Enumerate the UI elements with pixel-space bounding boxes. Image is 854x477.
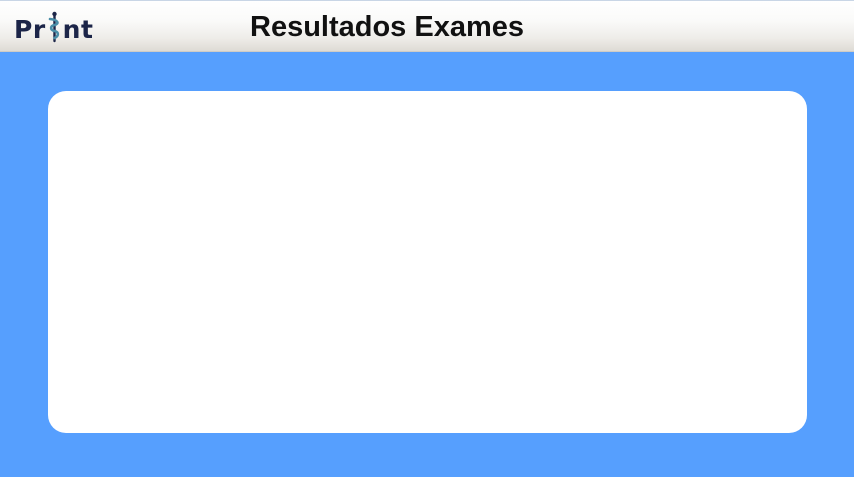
results-panel (48, 91, 807, 433)
logo-text-right: nt (62, 15, 94, 44)
logo-text-left: Pr (14, 15, 46, 44)
caduceus-icon (47, 10, 62, 44)
header-bar: Pr nt Resultados Exames (0, 0, 854, 52)
app-logo: Pr nt (14, 10, 93, 44)
page-title: Resultados Exames (250, 11, 525, 43)
